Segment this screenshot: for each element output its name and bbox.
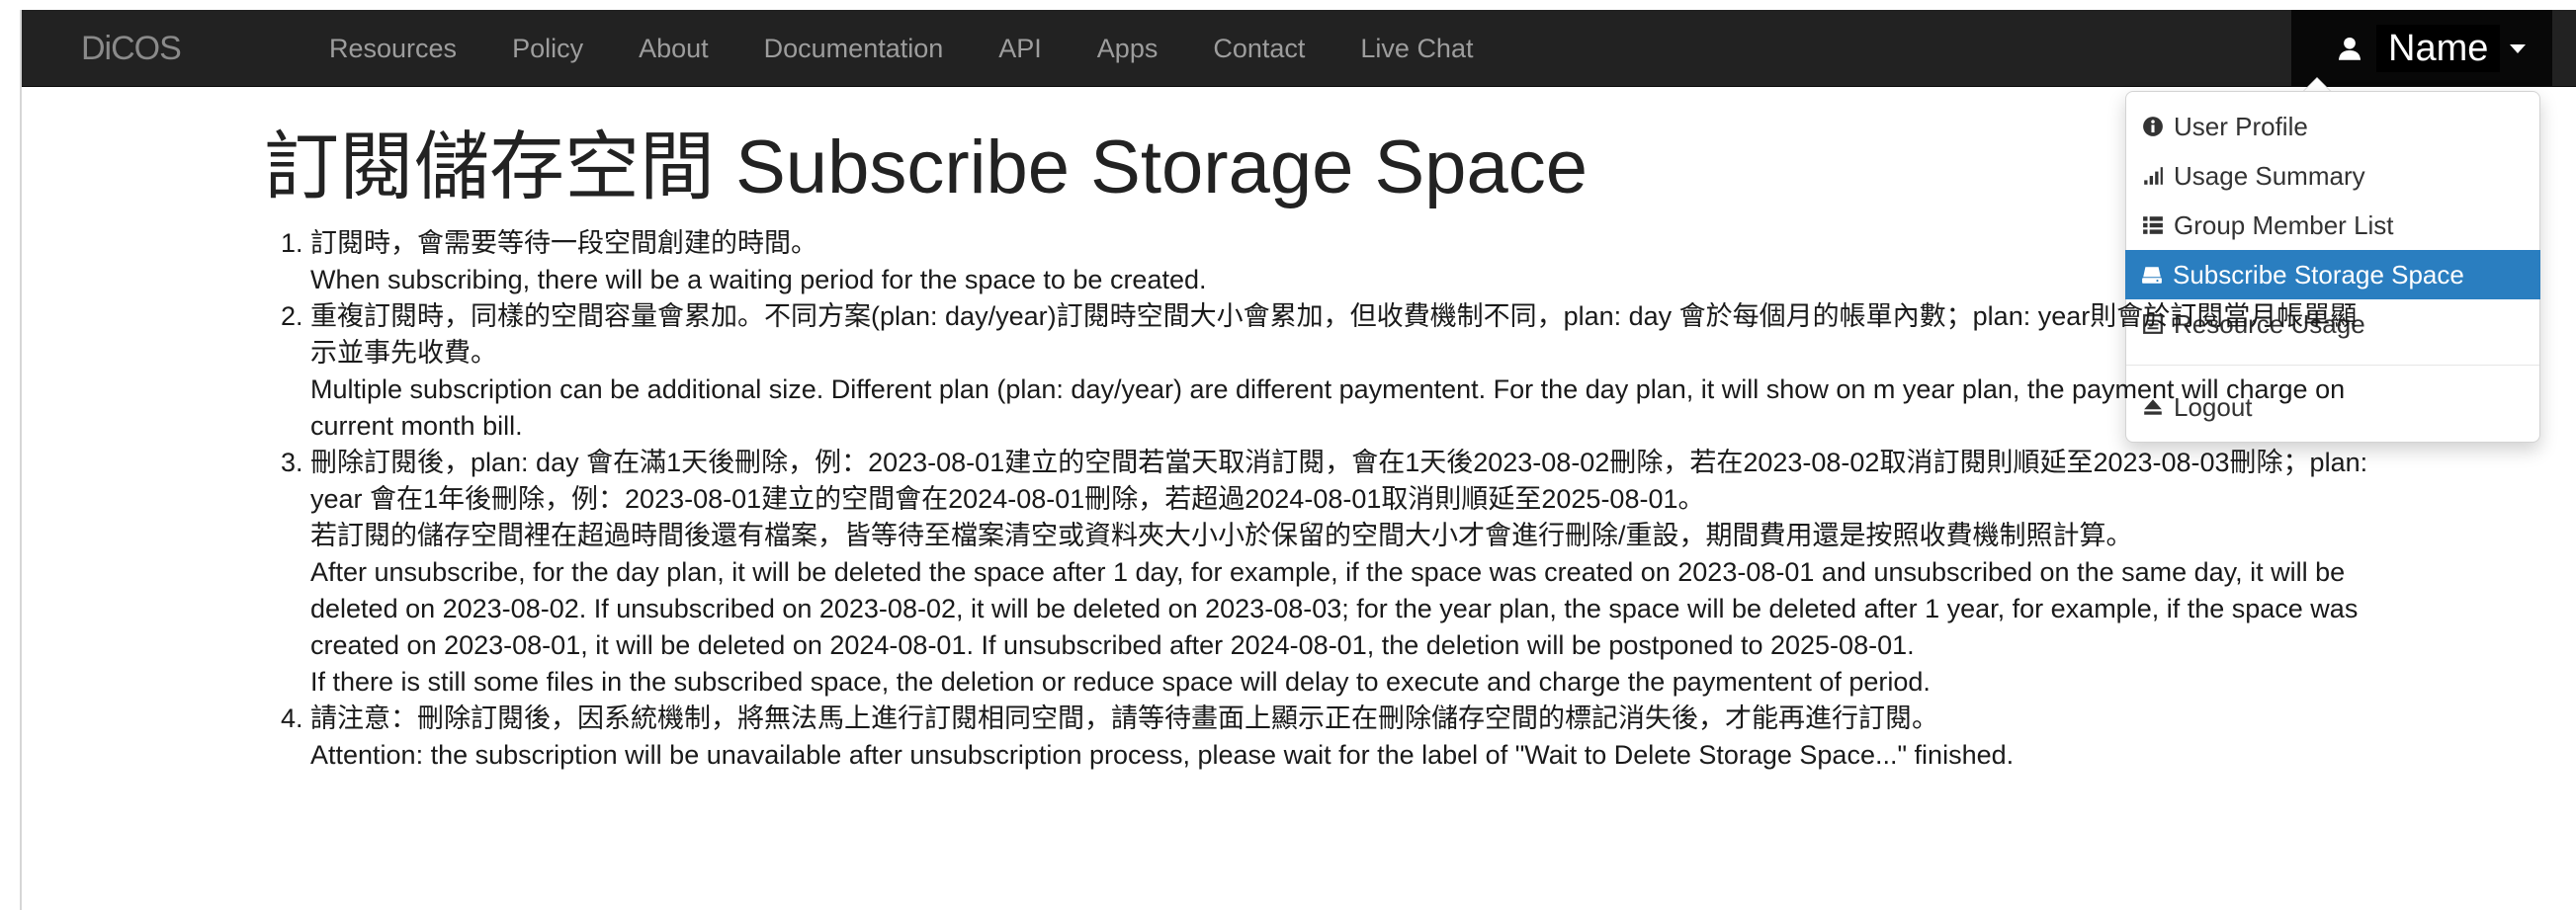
nav-about[interactable]: About — [611, 10, 736, 87]
note-text-en: Multiple subscription can be additional … — [310, 374, 2346, 441]
page-title: 訂閱儲存空間 Subscribe Storage Space — [264, 125, 1588, 209]
note-text-en: Attention: the subscription will be unav… — [310, 740, 2015, 770]
notes-list: 訂閱時，會需要等待一段空間創建的時間。 When subscribing, th… — [275, 225, 2370, 774]
user-icon — [2338, 37, 2361, 60]
nav-apps[interactable]: Apps — [1070, 10, 1186, 87]
window-left-margin — [0, 10, 22, 910]
menu-item-usage-summary[interactable]: Usage Summary — [2126, 151, 2539, 201]
menu-item-user-profile[interactable]: User Profile — [2126, 102, 2539, 151]
note-text-en: When subscribing, there will be a waitin… — [310, 265, 1207, 294]
subscription-notes: 訂閱時，會需要等待一段空間創建的時間。 When subscribing, th… — [275, 225, 2370, 774]
brand-logo[interactable]: DiCOS — [81, 10, 182, 87]
signal-bars-icon — [2144, 167, 2163, 185]
nav-api[interactable]: API — [971, 10, 1070, 87]
note-text-zh: 若訂閱的儲存空間裡在超過時間後還有檔案，皆等待至檔案清空或資料夾大小小於保留的空… — [310, 521, 2133, 550]
info-circle-icon — [2143, 117, 2163, 136]
menu-label: Usage Summary — [2174, 161, 2365, 191]
note-text-en: If there is still some files in the subs… — [310, 667, 1931, 697]
top-navbar: DiCOS Resources Policy About Documentati… — [22, 10, 2576, 87]
note-text-zh: 刪除訂閱後，plan: day 會在滿1天後刪除，例：2023-08-01建立的… — [310, 448, 2368, 514]
nav-contact[interactable]: Contact — [1185, 10, 1332, 87]
nav-live-chat[interactable]: Live Chat — [1332, 10, 1501, 87]
nav-resources[interactable]: Resources — [308, 10, 484, 87]
note-item: 請注意：刪除訂閱後，因系統機制，將無法馬上進行訂閱相同空間，請等待畫面上顯示正在… — [310, 701, 2370, 774]
menu-label: User Profile — [2174, 112, 2308, 141]
chevron-down-icon — [2510, 43, 2527, 53]
note-item: 訂閱時，會需要等待一段空間創建的時間。 When subscribing, th… — [310, 225, 2370, 298]
note-text-zh: 請注意：刪除訂閱後，因系統機制，將無法馬上進行訂閱相同空間，請等待畫面上顯示正在… — [310, 703, 1938, 733]
note-text-zh: 重複訂閱時，同樣的空間容量會累加。不同方案(plan: day/year)訂閱時… — [310, 301, 2358, 368]
user-menu-toggle[interactable]: Name — [2291, 10, 2552, 87]
note-item: 重複訂閱時，同樣的空間容量會累加。不同方案(plan: day/year)訂閱時… — [310, 298, 2370, 445]
note-text-en: After unsubscribe, for the day plan, it … — [310, 557, 2359, 660]
nav-documentation[interactable]: Documentation — [736, 10, 972, 87]
nav-policy[interactable]: Policy — [484, 10, 611, 87]
main-nav: Resources Policy About Documentation API… — [308, 10, 1501, 87]
dropdown-pointer — [2303, 78, 2331, 92]
note-text-zh: 訂閱時，會需要等待一段空間創建的時間。 — [310, 228, 817, 258]
note-item: 刪除訂閱後，plan: day 會在滿1天後刪除，例：2023-08-01建立的… — [310, 445, 2370, 701]
window-top-margin — [0, 0, 2576, 10]
user-name: Name — [2376, 25, 2501, 72]
